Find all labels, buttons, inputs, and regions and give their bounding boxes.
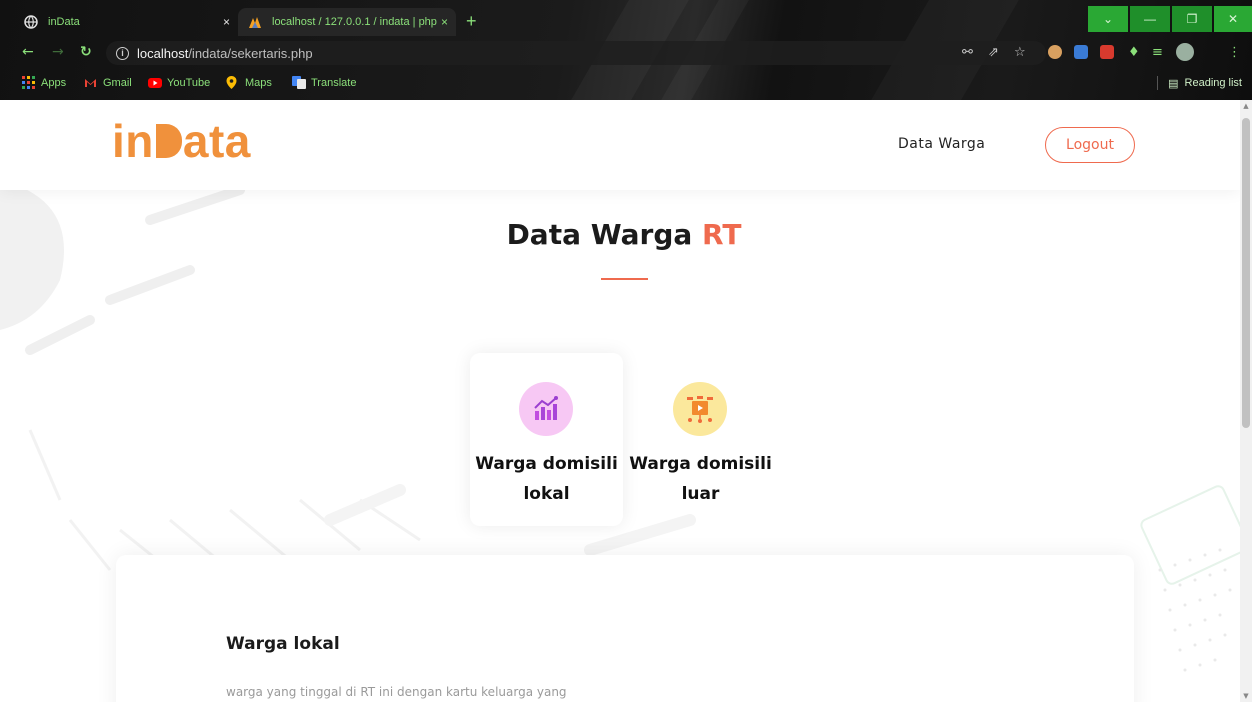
apps-grid-icon [22,76,35,89]
panel-title: Warga lokal [226,634,340,654]
presentation-icon [673,382,727,436]
youtube-icon [148,76,162,89]
info-icon[interactable]: i [116,46,129,60]
tab-search-icon[interactable]: ⌄ [1088,6,1128,32]
puzzle-icon[interactable]: ♦ [1128,45,1140,60]
scroll-thumb[interactable] [1242,118,1250,428]
bookmark-maps[interactable]: Maps [226,76,272,89]
reading-list-button[interactable]: ▤ Reading list [1157,76,1242,90]
translate-icon [292,76,306,89]
pdf-extension-icon[interactable] [1100,45,1114,59]
chart-icon [519,382,573,436]
bookmark-label: Translate [311,76,357,89]
logo-d-mark [155,124,182,158]
profile-avatar[interactable] [1176,43,1194,61]
divider [1157,76,1159,90]
bookmark-apps[interactable]: Apps [22,76,66,89]
reading-list-icon: ▤ [1168,77,1179,90]
panel-description: warga yang tinggal di RT ini dengan kart… [226,685,567,699]
phpmyadmin-icon [248,15,262,29]
bookmark-label: Maps [245,76,272,89]
gmail-icon [84,76,97,89]
site-logo[interactable]: in ata [112,114,251,168]
reading-list-label: Reading list [1184,77,1242,89]
card-warga-domisili-luar[interactable]: Warga domisili luar [624,353,777,526]
page-scrollbar[interactable]: ▲ ▼ [1240,100,1252,702]
bookmark-label: Gmail [103,76,132,89]
star-icon[interactable]: ☆ [1014,45,1026,60]
title-underline [601,278,648,280]
restore-icon[interactable]: ❐ [1172,6,1212,32]
extension-icon[interactable] [1048,45,1062,59]
globe-icon [24,15,38,29]
logo-text-suffix: ata [182,115,251,167]
tab-indata[interactable]: inData × [8,8,234,36]
minimize-icon[interactable]: — [1130,6,1170,32]
translate-extension-icon[interactable] [1074,45,1088,59]
new-tab-button[interactable]: + [466,12,477,30]
nav-data-warga[interactable]: Data Warga [898,136,985,152]
bookmarks-bar: Apps Gmail YouTube Maps Translate ▤ Read… [0,70,1252,96]
info-panel: Warga lokal warga yang tinggal di RT ini… [116,555,1134,702]
page-title: Data Warga RT [0,218,1240,251]
close-window-icon[interactable]: ✕ [1214,6,1252,32]
bookmark-youtube[interactable]: YouTube [148,76,210,89]
logo-text-prefix: in [112,115,154,167]
browser-chrome: inData × localhost / 127.0.0.1 / indata … [0,0,1252,100]
card-warga-domisili-lokal[interactable]: Warga domisili lokal [470,353,623,526]
bookmark-label: Apps [41,76,67,89]
map-pin-icon [226,76,239,89]
bookmark-label: YouTube [167,76,211,89]
url-host: localhost [137,45,189,61]
close-tab-icon[interactable]: × [441,15,448,29]
menu-icon[interactable]: ⋮ [1228,45,1241,60]
share-icon[interactable]: ⇗ [988,45,999,60]
close-tab-icon[interactable]: × [223,15,230,29]
tab-phpmyadmin[interactable]: localhost / 127.0.0.1 / indata | php × [238,8,456,36]
logout-button[interactable]: Logout [1045,127,1135,163]
site-header: in ata Data Warga Logout [0,100,1240,190]
reload-icon[interactable]: ↻ [80,44,92,60]
scroll-up-icon[interactable]: ▲ [1242,102,1250,110]
bookmark-gmail[interactable]: Gmail [84,76,132,89]
page-viewport: in ata Data Warga Logout Data Warga RT Wa… [0,100,1240,702]
bookmark-translate[interactable]: Translate [292,76,356,89]
url-path: /indata/sekertaris.php [188,45,313,61]
key-icon[interactable]: ⚯ [962,45,973,60]
scroll-down-icon[interactable]: ▼ [1242,692,1250,700]
page-title-text: Data Warga [506,218,693,251]
address-bar[interactable]: i localhost/indata/sekertaris.php [106,41,1046,65]
tab-title: localhost / 127.0.0.1 / indata | php [272,16,437,28]
page-title-accent: RT [702,218,742,251]
forward-icon[interactable]: → [52,44,64,60]
tab-title: inData [48,16,80,28]
media-icon[interactable]: ≡ [1152,45,1163,60]
card-label: Warga domisili luar [629,454,772,504]
tab-bar: inData × localhost / 127.0.0.1 / indata … [0,0,1252,36]
card-label: Warga domisili lokal [475,454,618,504]
back-icon[interactable]: ← [22,44,34,60]
